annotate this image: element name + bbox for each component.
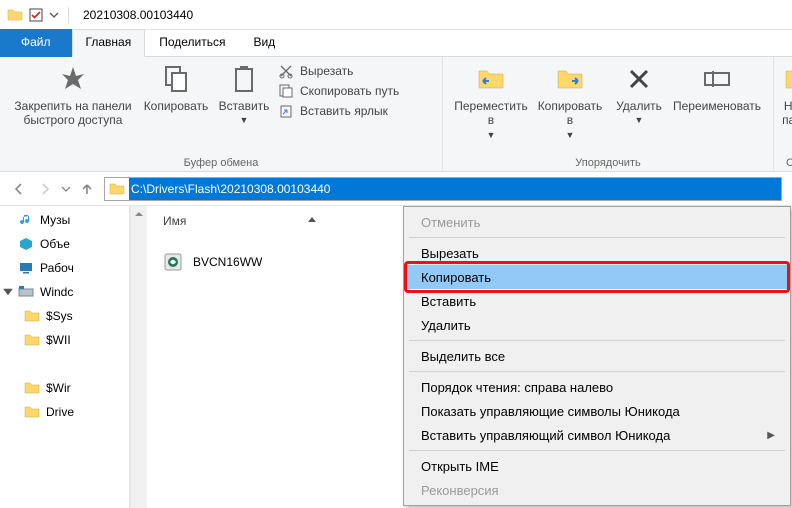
nav-up-button[interactable]	[74, 176, 100, 202]
nav-forward-button[interactable]	[32, 176, 58, 202]
separator	[68, 7, 69, 23]
tree-folder-drive[interactable]: Drive	[0, 400, 129, 424]
ctx-reading-order[interactable]: Порядок чтения: справа налево	[407, 375, 787, 399]
chevron-down-icon: ▼	[487, 130, 496, 141]
address-field[interactable]: C:\Drivers\Flash\20210308.00103440	[104, 177, 782, 201]
nav-history-button[interactable]	[58, 176, 74, 202]
folder-icon	[7, 7, 23, 23]
pin-quick-access-button[interactable]: Закрепить на панели быстрого доступа	[8, 61, 138, 155]
nav-back-button[interactable]	[6, 176, 32, 202]
address-path[interactable]: C:\Drivers\Flash\20210308.00103440	[129, 178, 781, 200]
separator	[409, 371, 785, 372]
new-folder-button[interactable]: Нова папка	[782, 61, 792, 157]
tab-share[interactable]: Поделиться	[145, 29, 239, 57]
folder-icon	[109, 181, 125, 197]
paste-shortcut-button[interactable]: Вставить ярлык	[278, 103, 430, 119]
ctx-show-unicode[interactable]: Показать управляющие символы Юникода	[407, 399, 787, 423]
group-caption-new: Соз	[782, 157, 792, 169]
separator	[409, 450, 785, 451]
tab-file[interactable]: Файл	[0, 29, 72, 57]
submenu-arrow-icon: ▶	[767, 430, 775, 441]
chevron-down-icon[interactable]	[4, 284, 18, 300]
delete-button[interactable]: Удалить ▼	[609, 61, 669, 155]
ribbon-group-organize: Переместить в ▼ Копировать в ▼ Удалить ▼…	[443, 57, 774, 171]
group-caption-clipboard: Буфер обмена	[8, 155, 434, 169]
tree-folder-sys[interactable]: $Sys	[0, 304, 129, 328]
address-bar: C:\Drivers\Flash\20210308.00103440	[0, 172, 792, 206]
scroll-up-icon[interactable]	[134, 209, 144, 219]
chevron-down-icon[interactable]	[49, 10, 59, 20]
group-caption-organize: Упорядочить	[451, 155, 765, 169]
tree-folder-winre[interactable]: $Wir	[0, 376, 129, 400]
tree-music[interactable]: Музы	[0, 208, 129, 232]
ctx-delete[interactable]: Удалить	[407, 313, 787, 337]
tab-view[interactable]: Вид	[239, 29, 289, 57]
chevron-down-icon: ▼	[566, 130, 575, 141]
tree-folder-winbt[interactable]: $WII	[0, 328, 129, 352]
ribbon-tabs: Файл Главная Поделиться Вид	[0, 30, 792, 56]
exe-icon	[163, 252, 183, 272]
ctx-reconversion: Реконверсия	[407, 478, 787, 502]
cut-button[interactable]: Вырезать	[278, 63, 430, 79]
tree-desktop[interactable]: Рабоч	[0, 256, 129, 280]
ctx-paste[interactable]: Вставить	[407, 289, 787, 313]
ribbon-group-new: Нова папка Соз	[774, 57, 792, 171]
nav-tree[interactable]: Музы Объе Рабоч Windc $Sys $WII $Wir Dri…	[0, 206, 130, 508]
separator	[409, 237, 785, 238]
ctx-insert-unicode[interactable]: Вставить управляющий символ Юникода▶	[407, 423, 787, 447]
ribbon-group-clipboard: Закрепить на панели быстрого доступа Коп…	[0, 57, 443, 171]
rename-button[interactable]: Переименовать	[669, 61, 765, 155]
tab-home[interactable]: Главная	[72, 29, 146, 57]
copy-button[interactable]: Копировать	[138, 61, 214, 155]
separator	[409, 340, 785, 341]
ctx-cut[interactable]: Вырезать	[407, 241, 787, 265]
ctx-copy[interactable]: Копировать	[407, 265, 787, 289]
ribbon: Закрепить на панели быстрого доступа Коп…	[0, 56, 792, 172]
paste-button[interactable]: Вставить ▼	[214, 61, 274, 155]
file-name: BVCN16WW	[193, 255, 262, 269]
copy-to-button[interactable]: Копировать в ▼	[531, 61, 609, 155]
window-title: 20210308.00103440	[83, 8, 193, 22]
ctx-select-all[interactable]: Выделить все	[407, 344, 787, 368]
chevron-down-icon: ▼	[635, 115, 644, 126]
checkbox-checked-icon[interactable]	[29, 8, 43, 22]
title-bar: 20210308.00103440	[0, 0, 792, 30]
ctx-undo: Отменить	[407, 210, 787, 234]
tree-windows-drive[interactable]: Windc	[0, 280, 129, 304]
chevron-down-icon: ▼	[240, 115, 249, 126]
copy-path-button[interactable]: Скопировать путь	[278, 83, 430, 99]
tree-scrollbar[interactable]	[130, 206, 147, 508]
move-to-button[interactable]: Переместить в ▼	[451, 61, 531, 155]
tree-3d-objects[interactable]: Объе	[0, 232, 129, 256]
context-menu: Отменить Вырезать Копировать Вставить Уд…	[403, 206, 791, 506]
ctx-open-ime[interactable]: Открыть IME	[407, 454, 787, 478]
